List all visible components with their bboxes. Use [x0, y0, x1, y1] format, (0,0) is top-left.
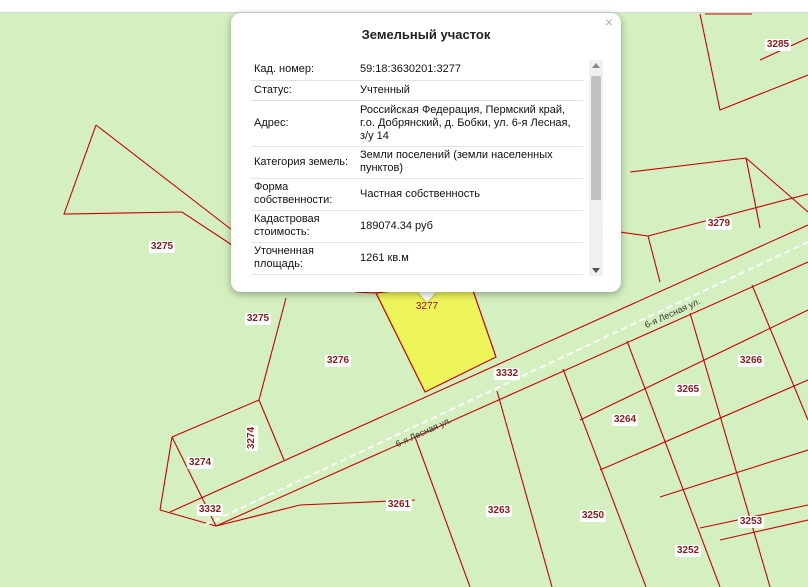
attr-row-area: Уточненная площадь: 1261 кв.м [251, 242, 583, 275]
parcel-label-3266[interactable]: 3266 [737, 355, 765, 367]
popup-scrollbar[interactable] [589, 60, 603, 276]
parcel-label-3279[interactable]: 3279 [705, 218, 733, 230]
scrollbar-thumb[interactable] [591, 76, 601, 200]
attr-row-address: Адрес: Российская Федерация, Пермский кр… [251, 100, 583, 147]
attr-key: Статус: [251, 80, 357, 101]
popup-title: Земельный участок [361, 27, 491, 42]
attr-value: Частная собственность [357, 178, 583, 211]
parcel-label-3263[interactable]: 3263 [485, 505, 513, 517]
attr-key: Форма собственности: [251, 178, 357, 211]
parcel-label-3250[interactable]: 3250 [579, 510, 607, 522]
parcel-label-3332-left[interactable]: 3332 [196, 504, 224, 516]
parcel-label-3332-road[interactable]: 3332 [493, 368, 521, 380]
attr-value: 189074.34 руб [357, 210, 583, 243]
parcel-label-3275-upper[interactable]: 3275 [148, 241, 176, 253]
parcel-label-3275-lower[interactable]: 3275 [244, 313, 272, 325]
attr-key: Кад. номер: [251, 60, 357, 81]
parcel-label-3276[interactable]: 3276 [324, 355, 352, 367]
parcel-label-3253[interactable]: 3253 [737, 516, 765, 528]
attr-value: 1261 кв.м [357, 242, 583, 275]
attr-value: Учтенный [357, 80, 583, 101]
popup-attributes[interactable]: Кад. номер: 59:18:3630201:3277 Статус: У… [251, 60, 603, 276]
attr-value: Земли поселений (земли населенных пункто… [357, 146, 583, 179]
parcel-label-3285[interactable]: 3285 [764, 39, 792, 51]
scroll-up-arrow-icon[interactable] [592, 63, 600, 68]
parcel-label-3264[interactable]: 3264 [611, 414, 639, 426]
top-toolbar [0, 0, 808, 13]
attribute-table: Кад. номер: 59:18:3630201:3277 Статус: У… [251, 60, 583, 275]
popup-pointer [417, 291, 437, 302]
parcel-label-3265[interactable]: 3265 [674, 384, 702, 396]
attr-row-land-category: Категория земель: Земли поселений (земли… [251, 146, 583, 179]
parcel-info-popup: × Земельный участок Кад. номер: 59:18:36… [231, 13, 621, 292]
attr-key: Уточненная площадь: [251, 242, 357, 275]
parcel-label-3277[interactable]: 3277 [414, 301, 440, 313]
parcel-label-3274[interactable]: 3274 [186, 457, 214, 469]
attr-key: Адрес: [251, 100, 357, 147]
attr-row-cadastral-value: Кадастровая стоимость: 189074.34 руб [251, 210, 583, 243]
attr-row-status: Статус: Учтенный [251, 80, 583, 101]
parcel-label-3252[interactable]: 3252 [674, 545, 702, 557]
attr-key: Кадастровая стоимость: [251, 210, 357, 243]
parcel-label-3274-vertical[interactable]: 3274 [246, 424, 258, 452]
attr-key: Категория земель: [251, 146, 357, 179]
scroll-down-arrow-icon[interactable] [592, 268, 600, 273]
attr-value: Российская Федерация, Пермский край, г.о… [357, 100, 583, 147]
attr-row-cadastral-number: Кад. номер: 59:18:3630201:3277 [251, 60, 583, 81]
attr-value: 59:18:3630201:3277 [357, 60, 583, 81]
attr-row-ownership: Форма собственности: Частная собственнос… [251, 178, 583, 211]
parcel-label-3261[interactable]: 3261 [385, 499, 413, 511]
